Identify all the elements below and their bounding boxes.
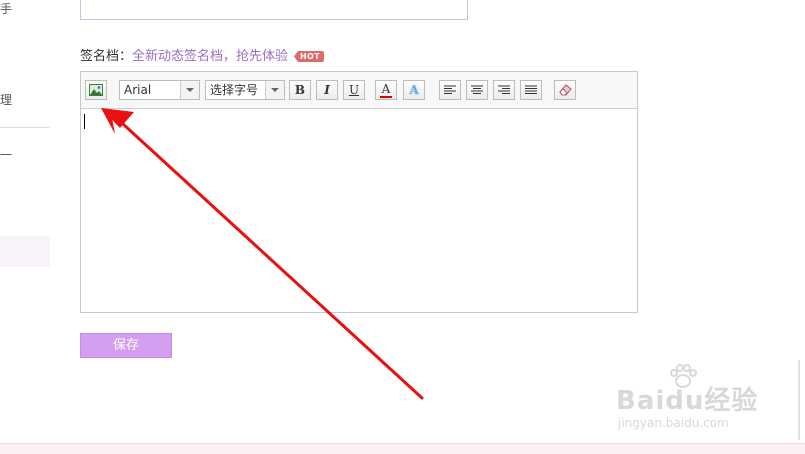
- editor-toolbar: Arial 选择字号 B I U A A: [81, 72, 637, 109]
- watermark-url: jingyan.baidu.com: [618, 416, 729, 430]
- chevron-down-icon: [265, 81, 284, 99]
- justify-button[interactable]: [520, 80, 542, 100]
- text-caret: [84, 114, 85, 129]
- baidu-jingyan-watermark: Baidu经验 jingyan.baidu.com: [616, 364, 766, 434]
- signature-editor: Arial 选择字号 B I U A A: [80, 71, 638, 313]
- font-color-bar: [380, 95, 392, 98]
- insert-image-button[interactable]: [85, 80, 107, 100]
- font-size-select[interactable]: 选择字号: [205, 80, 285, 100]
- align-center-icon: [471, 85, 483, 94]
- align-right-icon: [498, 85, 510, 94]
- top-text-input[interactable]: [80, 0, 468, 20]
- signature-row: 签名档：全新动态签名档，抢先体验 HOT: [80, 45, 324, 64]
- editor-content-area[interactable]: [81, 109, 637, 312]
- align-center-button[interactable]: [466, 80, 488, 100]
- align-left-button[interactable]: [439, 80, 461, 100]
- eraser-icon: [559, 84, 572, 96]
- font-family-value: Arial: [124, 83, 152, 97]
- watermark-main-text: Baidu经验: [616, 386, 759, 416]
- italic-icon: I: [324, 83, 330, 97]
- hot-badge: HOT: [294, 51, 324, 62]
- italic-button[interactable]: I: [316, 80, 338, 100]
- font-color-button[interactable]: A: [375, 80, 397, 100]
- highlight-button[interactable]: A: [403, 80, 425, 100]
- image-icon: [89, 84, 103, 96]
- right-edge-line: [798, 360, 800, 440]
- sidebar-active-item[interactable]: [0, 236, 50, 267]
- highlight-icon: A: [409, 83, 419, 97]
- font-color-icon: A: [381, 81, 391, 96]
- dynamic-signature-link[interactable]: 全新动态签名档，抢先体验: [132, 49, 288, 64]
- underline-button[interactable]: U: [343, 80, 365, 100]
- font-size-value: 选择字号: [210, 83, 259, 97]
- chevron-down-icon: [180, 81, 199, 99]
- underline-icon: U: [348, 83, 360, 97]
- signature-label: 签名档：: [80, 49, 133, 64]
- sidebar-fragment: 一: [0, 148, 13, 162]
- font-family-select[interactable]: Arial: [119, 80, 200, 100]
- bold-icon: B: [294, 83, 306, 97]
- sidebar-fragment: 理: [0, 93, 13, 107]
- sidebar-divider: [0, 127, 50, 128]
- sidebar-fragment: 手: [0, 2, 13, 16]
- align-left-icon: [444, 85, 456, 94]
- justify-icon: [525, 85, 537, 94]
- align-right-button[interactable]: [493, 80, 515, 100]
- save-button[interactable]: 保存: [80, 333, 172, 358]
- footer-band: [0, 443, 805, 454]
- bold-button[interactable]: B: [289, 80, 311, 100]
- clear-format-button[interactable]: [554, 80, 576, 100]
